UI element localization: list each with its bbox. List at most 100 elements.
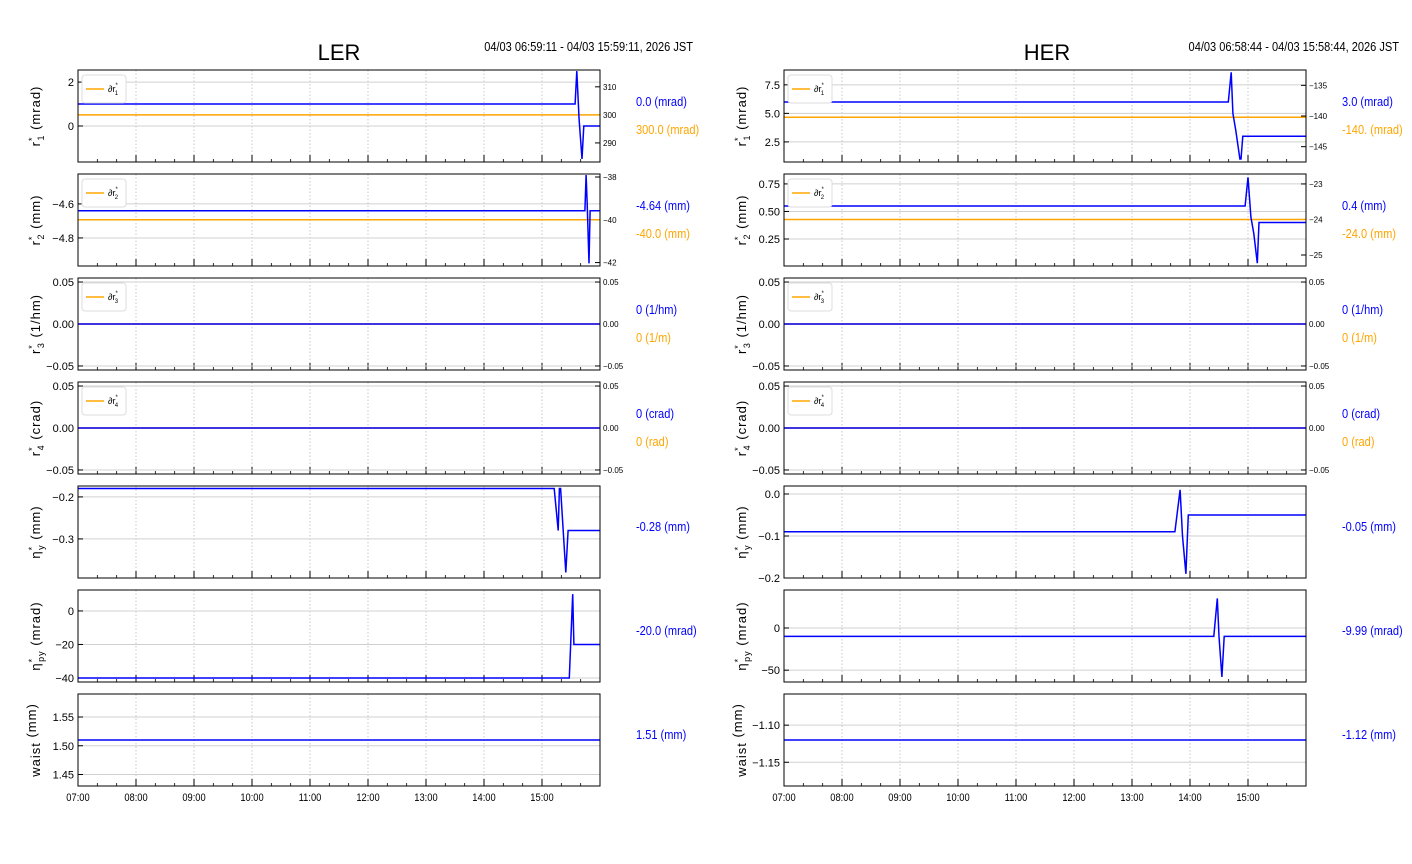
y-tick-label: 0.75	[759, 179, 780, 191]
x-tick-label: 08:00	[830, 792, 854, 804]
legend: ∂r* 1	[787, 74, 833, 104]
current-value-label: -0.28 (mm)	[636, 519, 690, 534]
right-y-tick-label: 300	[603, 111, 617, 120]
legend: ∂r* 3	[787, 282, 833, 312]
y-tick-label: 0.05	[759, 277, 780, 289]
y-tick-label: −4.6	[52, 199, 74, 211]
measured-line	[784, 598, 1306, 677]
right-y-tick-label: −38	[603, 173, 617, 182]
subplot: 0 2 290 300 310 ∂r* 1 r*1 (mrad) 0.0 (mrad) 300.0…	[27, 69, 699, 163]
y-tick-label: −0.05	[46, 361, 74, 373]
y-axis-label: r*4 (crad)	[27, 400, 46, 456]
legend: ∂r* 3	[81, 282, 127, 312]
right-y-tick-label: 0.05	[1309, 278, 1325, 287]
right-y-tick-label: −140	[1309, 112, 1328, 121]
x-tick-label: 13:00	[414, 792, 438, 804]
y-axis-label: r*4 (crad)	[733, 400, 752, 456]
x-tick-label: 11:00	[299, 792, 322, 804]
y-axis-label: r*2 (mm)	[733, 195, 752, 246]
y-tick-label: −50	[761, 665, 780, 677]
x-tick-label: 12:00	[1062, 792, 1086, 804]
right-y-tick-label: −25	[1309, 251, 1323, 260]
ylabel-unit: (mm)	[24, 703, 39, 742]
current-value-label: -20.0 (mrad)	[636, 623, 697, 638]
y-tick-label: 0.00	[759, 319, 780, 331]
subplot: 07:00 08:00 09:00 10:00 11:00 12:00 13:00 14:00…	[730, 693, 1396, 804]
y-tick-label: 1.55	[53, 712, 74, 724]
reference-value-label: 0 (rad)	[1342, 434, 1375, 449]
y-axis-label: r*1 (mrad)	[733, 86, 752, 147]
y-tick-label: 0	[68, 606, 74, 618]
axes-frame	[77, 589, 601, 683]
x-tick-label: 09:00	[888, 792, 912, 804]
measured-line	[78, 594, 600, 679]
y-tick-label: 0.00	[53, 423, 74, 435]
y-tick-label: 0.05	[759, 381, 780, 393]
subplot: 0.25 0.50 0.75 −25 −24 −23 ∂r* 2 r*2 (mm) 0.4 (mm…	[733, 173, 1396, 267]
subplot: 07:00 08:00 09:00 10:00 11:00 12:00 13:00 14:00…	[24, 693, 686, 804]
y-tick-label: −0.2	[758, 573, 780, 585]
x-tick-label: 15:00	[1236, 792, 1260, 804]
reference-value-label: -140. (mrad)	[1342, 122, 1403, 137]
ylabel-unit: (mm)	[734, 505, 749, 544]
y-tick-label: 2	[68, 77, 74, 89]
subplot: −4.8 −4.6 −42 −40 −38 ∂r* 2 r*2 (mm) -4.64 (mm) -…	[27, 173, 690, 268]
axes-frame	[77, 69, 601, 163]
y-axis-label: r*1 (mrad)	[27, 86, 46, 147]
y-tick-label: −4.8	[52, 233, 74, 245]
y-tick-label: 1.45	[53, 770, 74, 782]
y-tick-label: −1.15	[752, 757, 780, 769]
current-value-label: 0 (1/hm)	[636, 302, 677, 317]
x-tick-label: 08:00	[124, 792, 148, 804]
y-tick-label: −0.05	[752, 465, 780, 477]
ylabel-unit: (crad)	[734, 400, 749, 445]
y-axis-label: waist (mm)	[24, 703, 43, 778]
figure: LER 04/03 06:59:11 - 04/03 15:59:11, 2026…	[24, 39, 1403, 804]
y-tick-label: 0.50	[759, 206, 780, 218]
legend: ∂r* 2	[787, 178, 833, 208]
ylabel-base: η	[734, 662, 749, 670]
measured-line	[78, 487, 600, 573]
ylabel-base: waist	[734, 742, 749, 778]
y-tick-label: −0.05	[46, 465, 74, 477]
y-axis-label: η*py (mrad)	[733, 601, 752, 670]
right-y-tick-label: −135	[1309, 81, 1328, 90]
right-y-tick-label: −23	[1309, 180, 1323, 189]
x-tick-label: 13:00	[1120, 792, 1144, 804]
right-y-tick-label: −0.05	[1309, 466, 1330, 475]
y-tick-label: 0.0	[765, 489, 780, 501]
panel-ler: LER 04/03 06:59:11 - 04/03 15:59:11, 2026…	[24, 39, 699, 804]
y-tick-label: 0	[774, 623, 780, 635]
right-y-tick-label: −0.05	[1309, 362, 1330, 371]
right-y-tick-label: −42	[603, 259, 617, 268]
y-axis-label: r*3 (1/hm)	[733, 294, 752, 354]
subplot: −0.2 −0.1 0.0 η*y (mm) -0.05 (mm)	[733, 485, 1396, 585]
reference-value-label: 0 (1/m)	[636, 330, 671, 345]
legend: ∂r* 1	[81, 74, 127, 104]
right-y-tick-label: 0.00	[603, 424, 619, 433]
panel-title: LER	[318, 40, 361, 65]
right-y-tick-label: −24	[1309, 215, 1323, 224]
right-y-tick-label: −0.05	[603, 466, 624, 475]
ylabel-base: η	[28, 550, 43, 558]
current-value-label: 0 (crad)	[1342, 406, 1380, 421]
x-tick-label: 15:00	[530, 792, 554, 804]
legend: ∂r* 4	[787, 386, 833, 416]
subplot: −50 0 η*py (mrad) -9.99 (mrad)	[733, 589, 1403, 683]
reference-value-label: 300.0 (mrad)	[636, 122, 699, 137]
right-y-tick-label: 0.00	[1309, 320, 1325, 329]
current-value-label: -0.05 (mm)	[1342, 519, 1396, 534]
measured-line	[784, 177, 1306, 264]
y-tick-label: −40	[55, 673, 74, 685]
ylabel-unit: (1/hm)	[734, 294, 749, 342]
ylabel-unit: (mm)	[28, 505, 43, 544]
y-axis-label: η*py (mrad)	[27, 601, 46, 670]
ylabel-unit: (crad)	[28, 400, 43, 445]
y-tick-label: −20	[55, 639, 74, 651]
current-value-label: -1.12 (mm)	[1342, 727, 1396, 742]
current-value-label: 0.0 (mrad)	[636, 94, 687, 109]
right-y-tick-label: 290	[603, 139, 617, 148]
right-y-tick-label: 0.05	[1309, 382, 1325, 391]
y-tick-label: −0.1	[758, 531, 780, 543]
right-y-tick-label: 0.00	[1309, 424, 1325, 433]
